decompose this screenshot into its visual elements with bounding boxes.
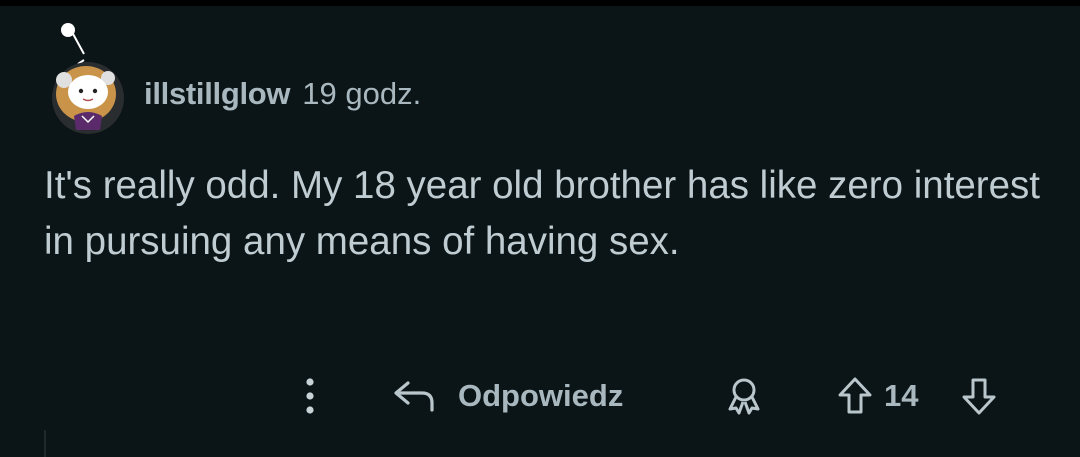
comment-meta: illstillglow 19 godz. [144, 71, 421, 117]
vote-score: 14 [884, 378, 919, 413]
downvote-arrow-icon [962, 378, 996, 415]
comment-timestamp: 19 godz. [302, 76, 422, 111]
downvote-button[interactable] [956, 368, 1002, 424]
thread-line[interactable] [44, 430, 46, 457]
upvote-button[interactable] [832, 368, 878, 424]
upvote-arrow-icon [838, 377, 872, 414]
comment-body: It's really odd. My 18 year old brother … [44, 164, 1040, 263]
user-avatar[interactable] [48, 54, 128, 134]
username-link[interactable]: illstillglow [144, 76, 291, 112]
award-icon [728, 378, 760, 415]
avatar-antenna-stem [71, 31, 85, 55]
reply-button[interactable]: Odpowiedz [392, 368, 682, 424]
more-vertical-icon [306, 378, 314, 414]
snoo-avatar-icon [52, 59, 124, 134]
award-button[interactable] [718, 368, 770, 424]
reply-arrow-icon [394, 381, 434, 412]
more-options-button[interactable] [290, 368, 330, 424]
top-bar [0, 0, 1080, 6]
comment-actions: Odpowiedz 14 [0, 368, 1080, 424]
reply-label: Odpowiedz [458, 378, 624, 413]
